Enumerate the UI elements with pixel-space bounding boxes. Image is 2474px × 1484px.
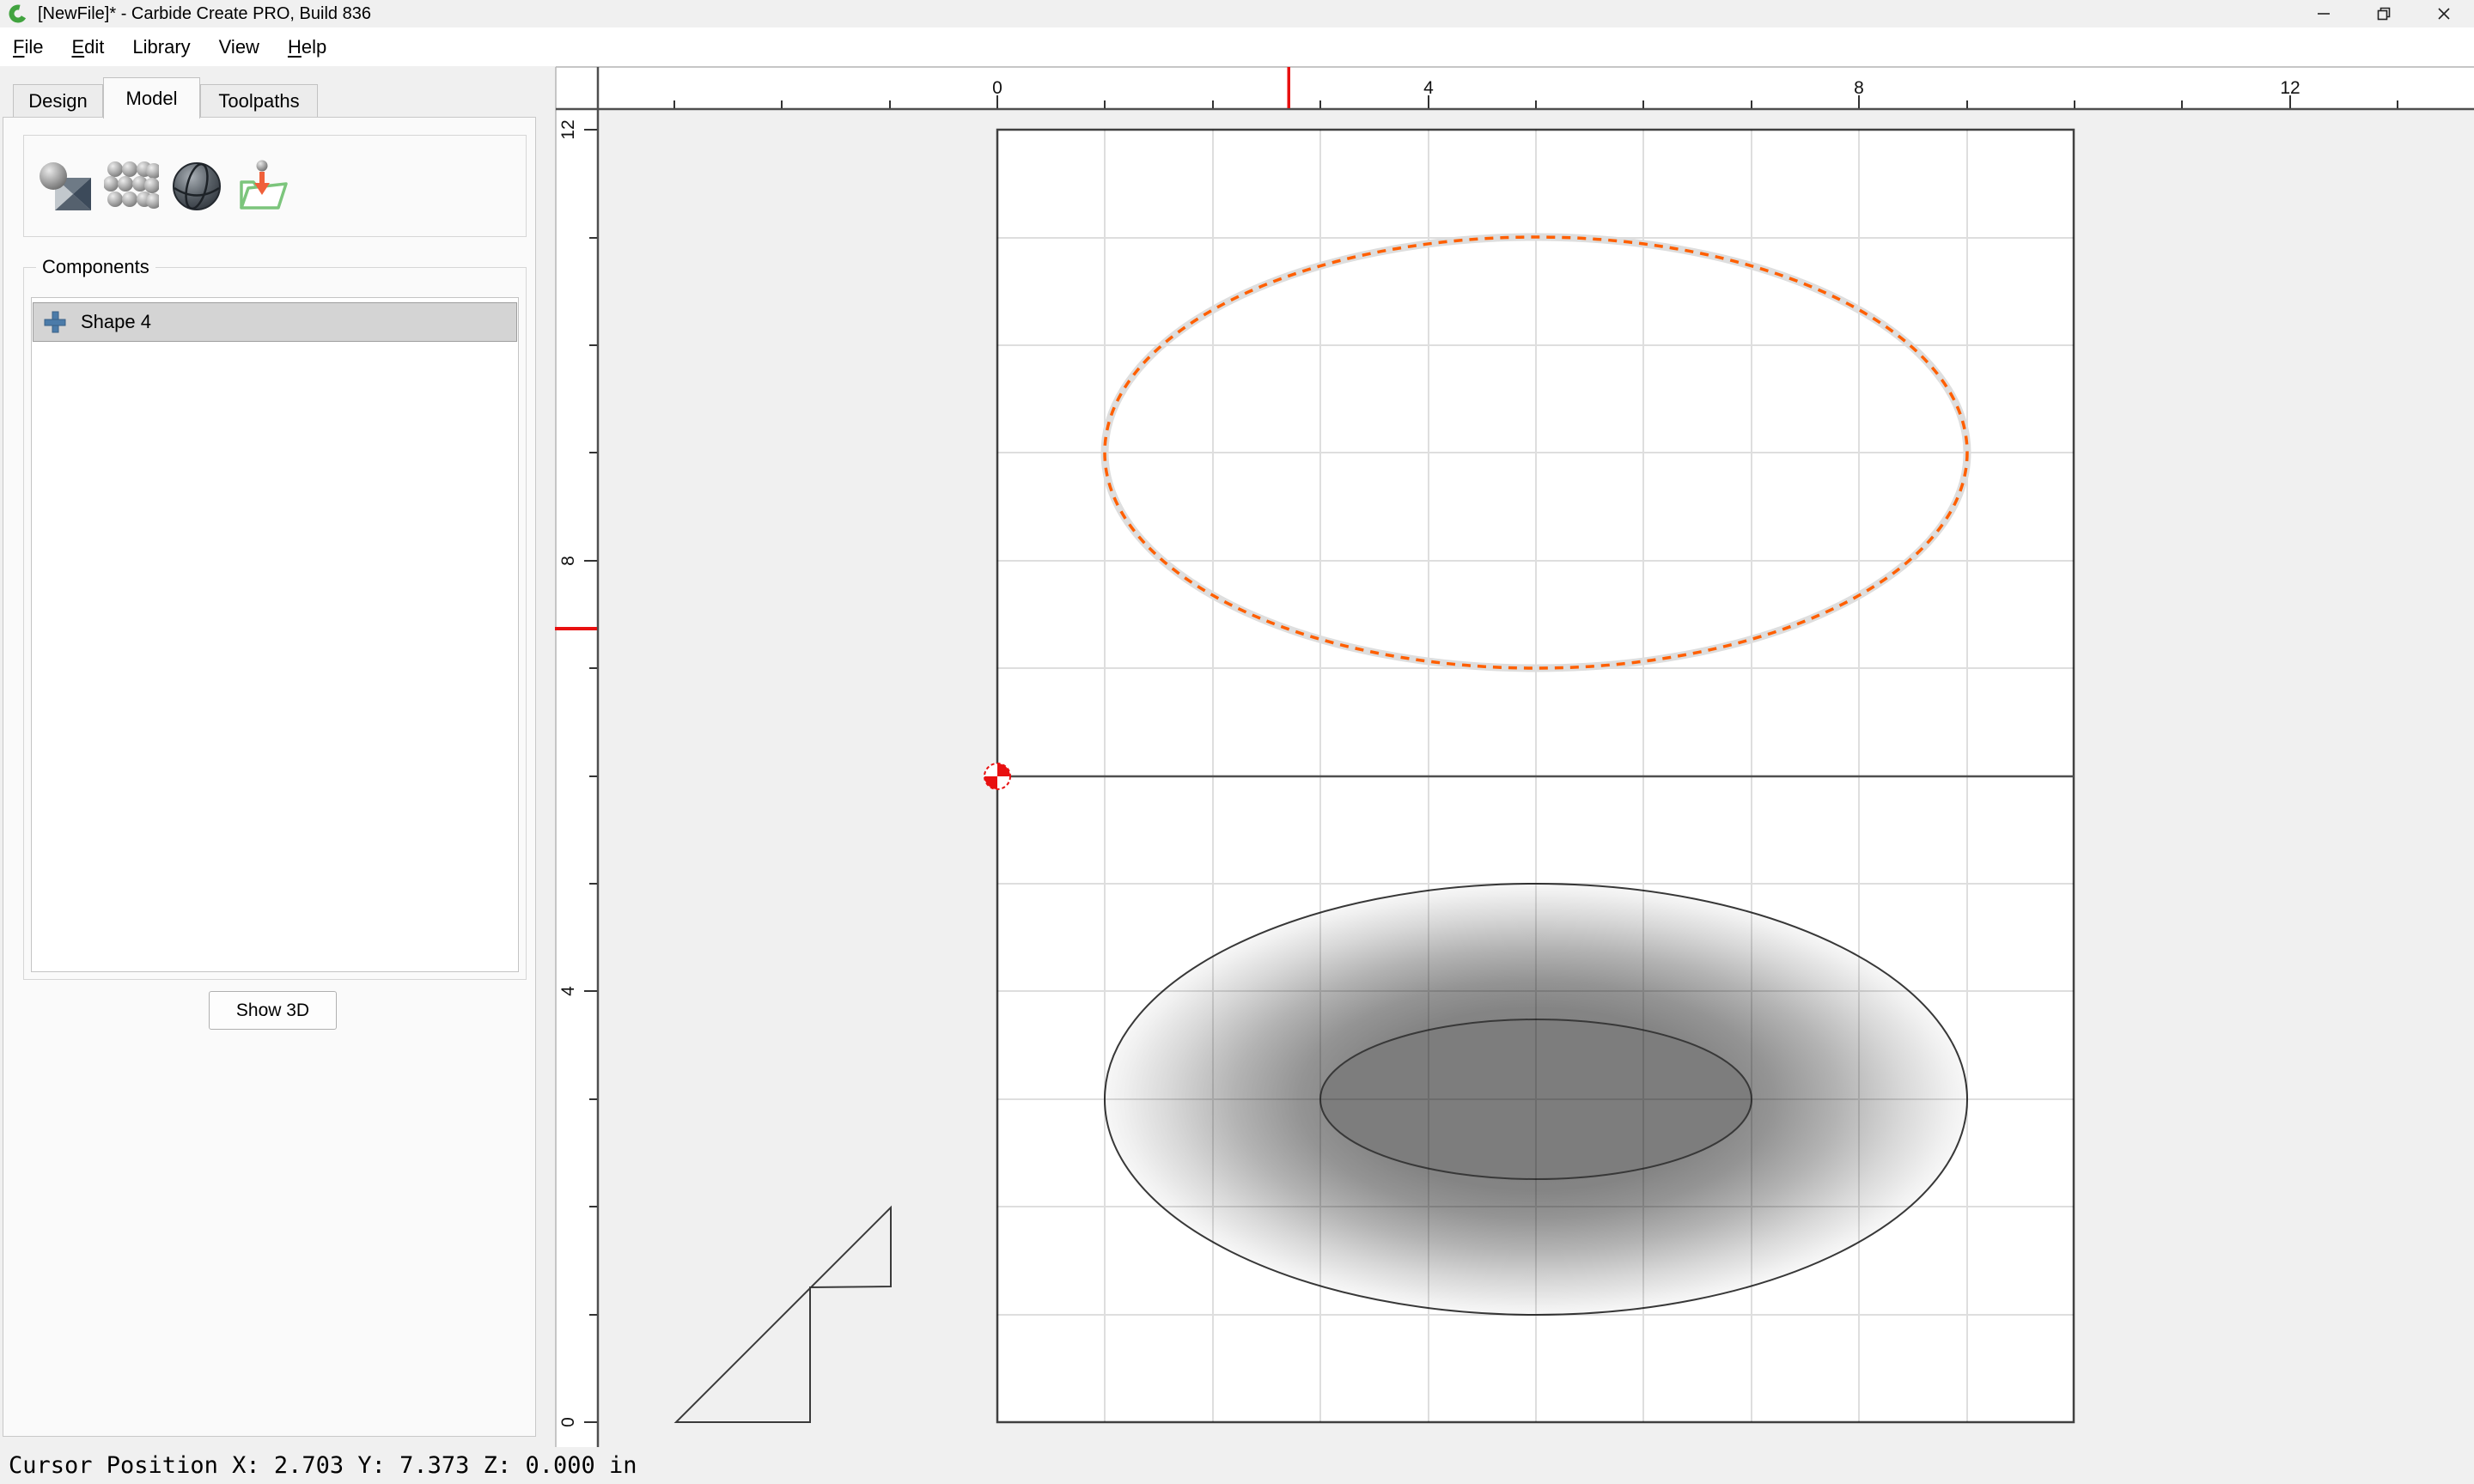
h-ruler-label-12: 12: [2280, 78, 2300, 98]
menu-library[interactable]: Library: [132, 36, 190, 58]
title-bar: [NewFile]* - Carbide Create PRO, Build 8…: [0, 0, 2474, 27]
import-component-button[interactable]: [236, 159, 291, 214]
v-ruler-label-12: 12: [558, 119, 578, 139]
v-ruler-cursor-marker: [555, 627, 597, 630]
h-ruler-label-8: 8: [1854, 78, 1864, 98]
cursor-position-readout: Cursor Position X: 2.703 Y: 7.373 Z: 0.0…: [9, 1452, 637, 1479]
close-button[interactable]: [2414, 0, 2474, 27]
minimize-button[interactable]: [2294, 0, 2354, 27]
status-bar: Cursor Position X: 2.703 Y: 7.373 Z: 0.0…: [0, 1447, 2474, 1484]
v-ruler-label-0: 0: [558, 1417, 578, 1427]
component-list-item[interactable]: Shape 4: [33, 302, 517, 342]
v-ruler-label-4: 4: [558, 986, 578, 996]
application-window: [NewFile]* - Carbide Create PRO, Build 8…: [0, 0, 2474, 1484]
design-canvas-area[interactable]: 0 4 8 12 12 8 4 0: [541, 66, 2474, 1447]
window-title: [NewFile]* - Carbide Create PRO, Build 8…: [38, 4, 371, 24]
model-tab-panel: Components Shape 4 Show 3D: [3, 117, 536, 1437]
job-origin-marker: [984, 763, 1010, 789]
tab-toolpaths[interactable]: Toolpaths: [200, 84, 318, 118]
tab-model[interactable]: Model: [103, 77, 200, 119]
show-3d-button[interactable]: Show 3D: [209, 991, 337, 1030]
h-ruler-label-0: 0: [992, 78, 1002, 98]
components-group: Components Shape 4: [23, 267, 527, 980]
components-list[interactable]: Shape 4: [31, 297, 519, 972]
v-ruler-label-8: 8: [558, 556, 578, 566]
add-texture-button[interactable]: [104, 159, 159, 214]
menu-edit[interactable]: Edit: [71, 36, 104, 58]
add-texture-icon: [104, 159, 159, 214]
add-sphere-icon: [170, 159, 225, 214]
component-item-label: Shape 4: [81, 311, 151, 333]
h-ruler: [556, 67, 2474, 109]
app-logo-icon: [9, 4, 27, 23]
h-ruler-label-4: 4: [1423, 78, 1434, 98]
design-canvas[interactable]: 0 4 8 12 12 8 4 0: [541, 66, 2474, 1447]
window-controls: [2294, 0, 2474, 27]
component-plus-icon: [42, 309, 68, 335]
menu-file[interactable]: File: [13, 36, 43, 58]
v-ruler: [556, 109, 598, 1447]
components-group-title: Components: [36, 256, 155, 278]
menu-view[interactable]: View: [219, 36, 259, 58]
menu-bar: File Edit Library View Help: [0, 27, 2474, 66]
model-toolbar: [23, 135, 527, 237]
add-shape-button[interactable]: [38, 159, 93, 214]
menu-help[interactable]: Help: [288, 36, 326, 58]
restore-button[interactable]: [2354, 0, 2414, 27]
h-ruler-cursor-marker: [1288, 67, 1291, 108]
tab-design[interactable]: Design: [13, 84, 103, 118]
step-triangle-vector[interactable]: [676, 1207, 891, 1422]
add-shape-icon: [38, 159, 93, 214]
import-component-icon: [236, 159, 291, 214]
add-sphere-button[interactable]: [170, 159, 225, 214]
